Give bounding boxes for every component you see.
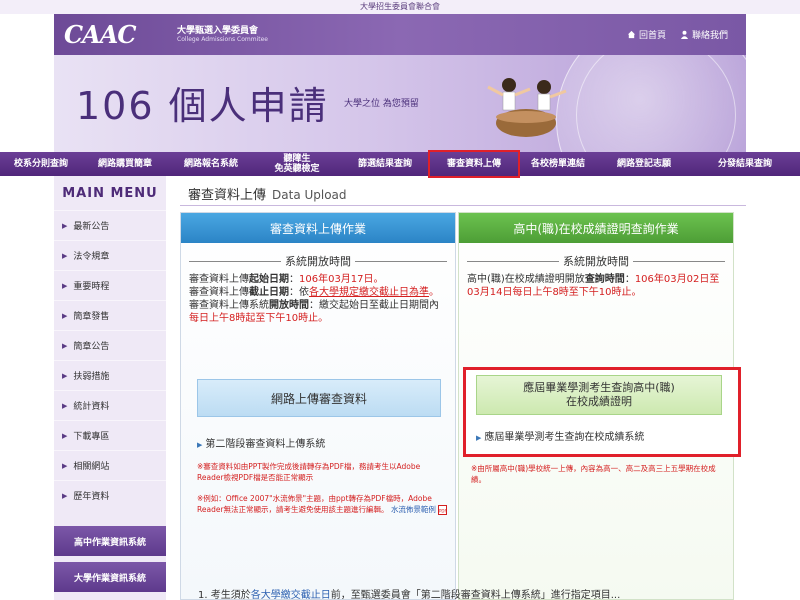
grade-query-link[interactable]: ▶ 應屆畢業學測考生查詢在校成績系統 — [476, 428, 644, 443]
globe-line-graphic — [576, 55, 736, 152]
deadline-link[interactable]: 各大學繳交截止日 — [251, 590, 331, 600]
header-links: 回首頁 聯絡我們 — [627, 28, 728, 41]
sidebar: MAIN MENU ▶ 最新公告 ▶ 法令規章 ▶ 重要時程 ▶ 簡章發售 ▶ 簡章公告 … — [54, 176, 166, 600]
sidebar-item-schedule[interactable]: ▶ 重要時程 — [54, 270, 166, 300]
page-title: 審查資料上傳 Data Upload — [188, 184, 347, 203]
home-link[interactable]: 回首頁 — [627, 28, 666, 41]
grade-query-panel: 高中(職)在校成績證明查詢作業 系統開放時間 高中(職)在校成績證明開放查詢時間… — [458, 212, 741, 600]
grade-upload-note: ※由所屬高中(職)學校統一上傳，內容為高一、高二及高三上五學期在校成績。 — [471, 464, 716, 484]
bullet-icon: ▶ — [62, 251, 68, 260]
upload-schedule-text: 審查資料上傳起始日期：106年03月17日。 審查資料上傳截止日期：依各大學規定… — [189, 274, 439, 324]
bullet-icon: ▶ — [62, 371, 68, 380]
banner: 106 個人申請 大學之位 為您預留 — [54, 55, 746, 152]
contact-link[interactable]: 聯絡我們 — [680, 28, 728, 41]
upload-panel: 審查資料上傳作業 系統開放時間 審查資料上傳起始日期：106年03月17日。 審… — [180, 212, 456, 600]
bullet-icon: ▶ — [62, 311, 68, 320]
grade-query-button[interactable]: 應屆畢業學測考生查詢高中(職) 在校成績證明 — [476, 375, 722, 415]
nav-item-data-upload[interactable]: 審查資料上傳 — [428, 150, 520, 178]
bullet-icon: ▶ — [62, 401, 68, 410]
banner-subtitle: 大學之位 為您預留 — [344, 99, 419, 109]
sidebar-item-statistics[interactable]: ▶ 統計資料 — [54, 390, 166, 420]
caac-logo[interactable]: CAAC — [64, 20, 136, 49]
org-name-en: College Admissions Commitee — [177, 36, 268, 43]
nav-item-buy-brochure[interactable]: 網路購買簡章 — [82, 159, 168, 169]
grade-query-button-line2: 在校成績證明 — [566, 395, 632, 408]
contact-link-label: 聯絡我們 — [691, 31, 728, 41]
title-divider — [180, 205, 746, 206]
pdf-note: ※審查資料如由PPT製作完成後請轉存為PDF檔，務請考生以Adobe Reade… — [197, 462, 421, 482]
nav-item-register-choices[interactable]: 網路登記志願 — [598, 159, 690, 169]
university-system-button[interactable]: 大學作業資訊系統 — [54, 562, 166, 592]
highlighted-query-box: 應屆畢業學測考生查詢高中(職) 在校成績證明 ▶ 應屆畢業學測考生查詢在校成績系統 — [463, 367, 741, 457]
link-arrow-icon: ▶ — [197, 441, 203, 449]
nav-item-screening-results[interactable]: 篩選結果查詢 — [340, 159, 430, 169]
top-bar: 大學招生委員會聯合會 — [0, 0, 800, 14]
bullet-icon: ▶ — [62, 461, 68, 470]
upload-panel-header: 審查資料上傳作業 — [181, 213, 455, 243]
banner-title: 106 個人申請 — [76, 84, 329, 128]
page-title-en: Data Upload — [272, 188, 347, 202]
home-icon — [627, 30, 636, 39]
nav-item-registration[interactable]: 網路報名系統 — [168, 159, 254, 169]
sidebar-item-regulations[interactable]: ▶ 法令規章 — [54, 240, 166, 270]
high-school-system-button[interactable]: 高中作業資訊系統 — [54, 526, 166, 556]
upload-open-time-heading: 系統開放時間 — [189, 253, 447, 269]
page-title-zh: 審查資料上傳 — [188, 188, 267, 203]
home-link-label: 回首頁 — [638, 31, 666, 41]
person-icon — [680, 30, 689, 39]
svg-text:PDF: PDF — [439, 509, 447, 514]
bullet-icon: ▶ — [62, 431, 68, 440]
sidebar-item-brochure-sale[interactable]: ▶ 簡章發售 — [54, 300, 166, 330]
query-schedule-text: 高中(職)在校成績證明開放查詢時間：106年03月02日至03月14日每日上午8… — [467, 274, 720, 298]
nav-item-dept-search[interactable]: 校系分則查詢 — [0, 159, 82, 169]
stage2-upload-link[interactable]: ▶ 第二階段審查資料上傳系統 — [197, 435, 325, 450]
bullet-icon: ▶ — [62, 491, 68, 500]
page: 大學招生委員會聯合會 CAAC 大學甄選入學委員會 College Admiss… — [0, 0, 800, 600]
link-arrow-icon: ▶ — [476, 434, 482, 442]
online-upload-button[interactable]: 網路上傳審查資料 — [197, 379, 441, 417]
site-header: CAAC 大學甄選入學委員會 College Admissions Commit… — [54, 14, 746, 55]
nav-item-placement-results[interactable]: 分發結果查詢 — [690, 159, 800, 169]
nav-item-school-lists[interactable]: 各校榜單連結 — [518, 159, 598, 169]
sidebar-item-brochure-notice[interactable]: ▶ 簡章公告 — [54, 330, 166, 360]
bullet-icon: ▶ — [62, 281, 68, 290]
main-content: 審查資料上傳 Data Upload 審查資料上傳作業 系統開放時間 審查資料上傳… — [172, 176, 746, 600]
instruction-text: 1. 考生須於各大學繳交截止日前，至甄選委員會「第二階段審查資料上傳系統」進行指… — [198, 590, 621, 600]
sidebar-item-news[interactable]: ▶ 最新公告 — [54, 210, 166, 240]
top-bar-text: 大學招生委員會聯合會 — [360, 2, 440, 11]
menu-title: MAIN MENU — [62, 185, 158, 201]
query-open-time-heading: 系統開放時間 — [467, 253, 725, 269]
org-name-zh: 大學甄選入學委員會 — [177, 26, 259, 36]
grade-query-panel-header: 高中(職)在校成績證明查詢作業 — [459, 213, 733, 243]
pdf-icon: PDF — [438, 505, 448, 515]
bullet-icon: ▶ — [62, 341, 68, 350]
theme-note: ※例如：Office 2007"水流佈景"主題，由ppt轉存為PDF檔時，Ado… — [197, 494, 448, 515]
nav-item-hearing-impaired[interactable]: 聽障生 免英聽檢定 — [254, 154, 340, 174]
main-nav: 校系分則查詢 網路購買簡章 網路報名系統 聽障生 免英聽檢定 篩選結果查詢 審查資… — [0, 150, 800, 178]
students-illustration — [487, 78, 567, 137]
sidebar-item-history[interactable]: ▶ 歷年資料 — [54, 480, 166, 510]
grade-query-button-line1: 應屆畢業學測考生查詢高中(職) — [523, 381, 675, 394]
sidebar-item-support[interactable]: ▶ 扶弱措施 — [54, 360, 166, 390]
theme-example-link[interactable]: 水流佈景範例 — [391, 505, 436, 514]
sidebar-item-related-sites[interactable]: ▶ 相關網站 — [54, 450, 166, 480]
sidebar-item-downloads[interactable]: ▶ 下載專區 — [54, 420, 166, 450]
bullet-icon: ▶ — [62, 221, 68, 230]
